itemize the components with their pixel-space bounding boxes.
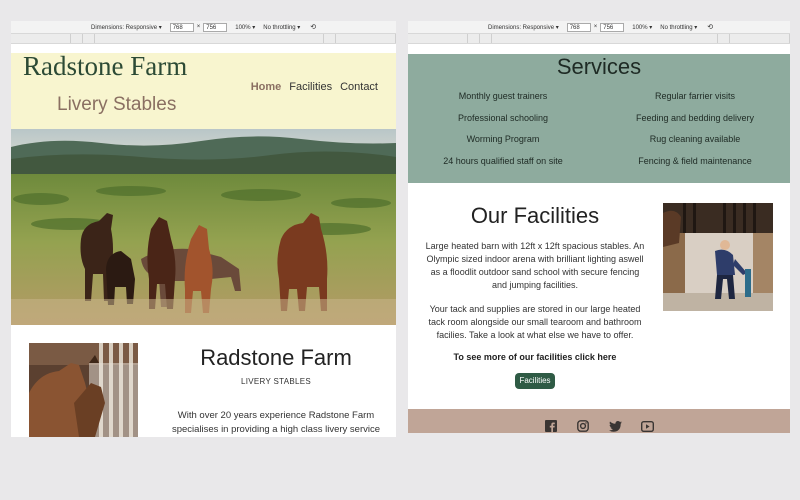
rotate-icon[interactable]: ⟲ bbox=[310, 23, 316, 31]
facilities-text: Large heated barn with 12ft x 12ft spaci… bbox=[425, 241, 645, 290]
service-item: Fencing & field maintenance bbox=[638, 156, 752, 166]
media-query-bar[interactable] bbox=[408, 34, 790, 44]
service-item: Monthly guest trainers bbox=[458, 91, 548, 101]
instagram-icon[interactable] bbox=[576, 419, 590, 433]
rotate-icon[interactable]: ⟲ bbox=[707, 23, 713, 31]
dimensions-dropdown[interactable]: Dimensions: Responsive ▾ bbox=[488, 24, 559, 31]
hero-horses-image bbox=[11, 129, 396, 325]
nav-contact[interactable]: Contact bbox=[340, 81, 378, 93]
facilities-text: Your tack and supplies are stored in our… bbox=[428, 304, 642, 340]
dimensions-dropdown[interactable]: Dimensions: Responsive ▾ bbox=[91, 24, 162, 31]
services-title: Services bbox=[556, 54, 642, 79]
services-section: Services Monthly guest trainers Regular … bbox=[408, 54, 790, 183]
zoom-dropdown[interactable]: 100% ▾ bbox=[235, 24, 255, 31]
right-browser-preview: Dimensions: Responsive ▾ 768 × 756 100% … bbox=[408, 21, 790, 433]
brand-subtitle: Livery Stables bbox=[57, 94, 177, 115]
service-item: Regular farrier visits bbox=[654, 91, 736, 101]
service-item: Feeding and bedding delivery bbox=[635, 113, 755, 123]
nav-facilities[interactable]: Facilities bbox=[289, 81, 332, 93]
media-query-bar[interactable] bbox=[11, 34, 396, 44]
height-input[interactable]: 756 bbox=[600, 22, 625, 32]
device-toolbar: Dimensions: Responsive ▾ 768 × 756 100% … bbox=[408, 21, 790, 34]
stable-groom-image bbox=[663, 203, 773, 311]
site-footer bbox=[408, 409, 790, 433]
throttling-dropdown[interactable]: No throttling ▾ bbox=[660, 24, 697, 31]
left-browser-preview: Dimensions: Responsive ▾ 768 × 756 100% … bbox=[11, 21, 396, 437]
facilities-link-text: To see more of our facilities click here bbox=[453, 352, 617, 362]
nav-home[interactable]: Home bbox=[251, 81, 282, 93]
width-input[interactable]: 768 bbox=[566, 22, 591, 32]
device-toolbar: Dimensions: Responsive ▾ 768 × 756 100% … bbox=[11, 21, 396, 34]
service-item: Rug cleaning available bbox=[649, 134, 741, 144]
width-input[interactable]: 768 bbox=[169, 22, 194, 32]
facebook-icon[interactable] bbox=[544, 419, 558, 433]
height-input[interactable]: 756 bbox=[203, 22, 228, 32]
main-nav: Home Facilities Contact bbox=[251, 81, 378, 93]
times-sign: × bbox=[593, 24, 598, 30]
facilities-title: Our Facilities bbox=[470, 203, 600, 228]
farm-subtitle: LIVERY STABLES bbox=[240, 377, 311, 386]
service-item: Worming Program bbox=[466, 134, 540, 144]
farm-intro-text: With over 20 years experience Radstone F… bbox=[171, 410, 381, 435]
times-sign: × bbox=[196, 24, 201, 30]
farm-title: Radstone Farm bbox=[200, 345, 352, 370]
brand-title[interactable]: Radstone Farm bbox=[23, 51, 187, 82]
throttling-dropdown[interactable]: No throttling ▾ bbox=[263, 24, 300, 31]
zoom-dropdown[interactable]: 100% ▾ bbox=[632, 24, 652, 31]
stable-horse-image bbox=[29, 343, 138, 437]
twitter-icon[interactable] bbox=[608, 419, 622, 433]
service-item: 24 hours qualified staff on site bbox=[443, 156, 563, 166]
service-item: Professional schooling bbox=[457, 113, 549, 123]
youtube-icon[interactable] bbox=[640, 419, 654, 433]
facilities-button[interactable]: Facilities bbox=[515, 373, 555, 389]
